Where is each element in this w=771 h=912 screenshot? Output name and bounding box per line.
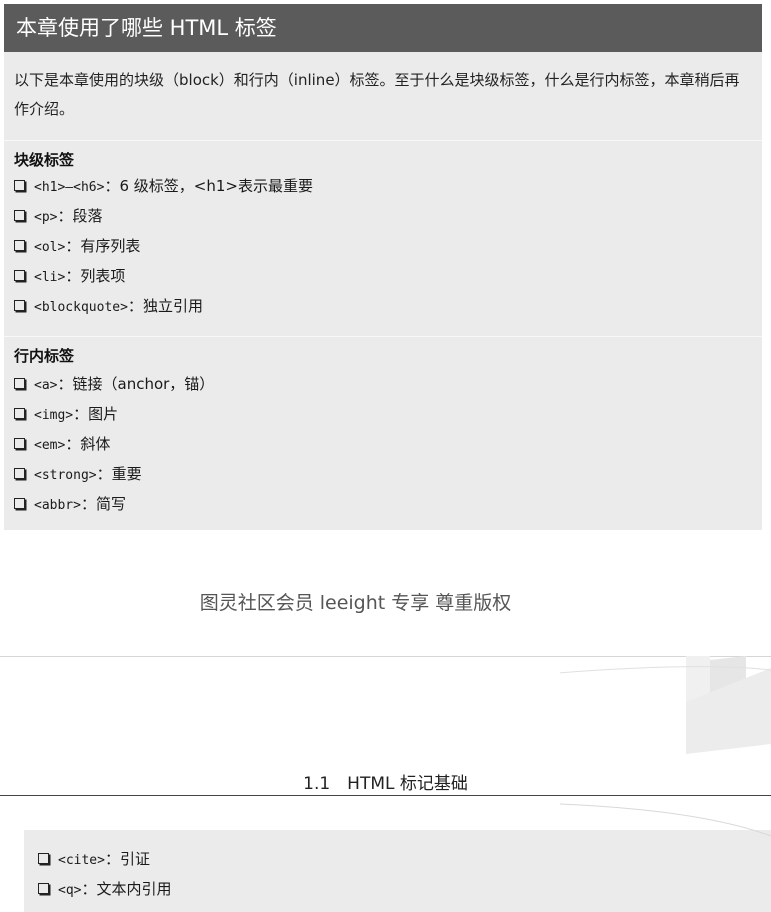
tag-description: 6 级标签，<h1>表示最重要 bbox=[119, 177, 313, 195]
tag-description: 文本内引用 bbox=[96, 880, 172, 898]
tag-description: 列表项 bbox=[80, 267, 126, 285]
tag-description: 简写 bbox=[95, 495, 126, 513]
list-item: <abbr>：简写 bbox=[14, 494, 214, 524]
heading-rule bbox=[0, 795, 771, 796]
checkbox-square-icon bbox=[14, 468, 25, 479]
list-item: <ol>：有序列表 bbox=[14, 236, 313, 266]
decorative-curve bbox=[560, 803, 771, 837]
box-title: 本章使用了哪些 HTML 标签 bbox=[4, 4, 762, 52]
tag-code: <img> bbox=[34, 408, 74, 423]
continued-tags-list: <cite>：引证 <q>：文本内引用 bbox=[38, 849, 172, 909]
list-item: <blockquote>：独立引用 bbox=[14, 296, 313, 326]
separator: ： bbox=[80, 495, 96, 513]
tag-code: <p> bbox=[34, 210, 58, 225]
separator: ： bbox=[65, 237, 81, 255]
list-item: <li>：列表项 bbox=[14, 266, 313, 296]
tag-code: <ol> bbox=[34, 240, 66, 255]
tag-description: 链接（anchor，锚） bbox=[72, 375, 215, 393]
list-item: <q>：文本内引用 bbox=[38, 879, 172, 909]
separator: ： bbox=[73, 405, 89, 423]
checkbox-square-icon bbox=[14, 408, 25, 419]
separator: ： bbox=[81, 880, 97, 898]
watermark: 图灵社区会员 leeight 专享 尊重版权 bbox=[199, 592, 512, 614]
tag-code: <a> bbox=[34, 378, 58, 393]
checkbox-square-icon bbox=[14, 438, 25, 449]
checkbox-square-icon bbox=[14, 378, 25, 389]
checkbox-square-icon bbox=[14, 240, 25, 251]
separator: ： bbox=[65, 267, 81, 285]
checkbox-square-icon bbox=[14, 498, 25, 509]
list-item: <cite>：引证 bbox=[38, 849, 172, 879]
divider bbox=[4, 140, 762, 141]
tag-code: <abbr> bbox=[34, 498, 81, 513]
list-item: <h1>–<h6>：6 级标签，<h1>表示最重要 bbox=[14, 176, 313, 206]
checkbox-square-icon bbox=[14, 300, 25, 311]
divider bbox=[4, 336, 762, 337]
separator: ： bbox=[104, 850, 120, 868]
tag-code: <cite> bbox=[58, 853, 105, 868]
separator: ： bbox=[65, 435, 81, 453]
tag-code: <blockquote> bbox=[34, 300, 128, 315]
list-item: <a>：链接（anchor，锚） bbox=[14, 374, 214, 404]
separator: ： bbox=[96, 465, 112, 483]
block-tags-heading: 块级标签 bbox=[14, 151, 75, 169]
tag-description: 图片 bbox=[88, 405, 119, 423]
tag-description: 独立引用 bbox=[142, 297, 203, 315]
tag-code: <q> bbox=[58, 883, 82, 898]
checkbox-square-icon bbox=[38, 853, 49, 864]
block-tags-list: <h1>–<h6>：6 级标签，<h1>表示最重要 <p>：段落 <ol>：有序列表… bbox=[14, 176, 313, 326]
tag-description: 重要 bbox=[111, 465, 142, 483]
box-intro: 以下是本章使用的块级（block）和行内（inline）标签。至于什么是块级标签… bbox=[14, 71, 740, 118]
tag-code: <strong> bbox=[34, 468, 97, 483]
checkbox-square-icon bbox=[38, 883, 49, 894]
chapter-heading: 1.1 HTML 标记基础 bbox=[303, 774, 468, 794]
tag-code: <li> bbox=[34, 270, 66, 285]
decorative-corner-graphic bbox=[560, 656, 771, 754]
list-item: <strong>：重要 bbox=[14, 464, 214, 494]
tag-description: 有序列表 bbox=[80, 237, 141, 255]
checkbox-square-icon bbox=[14, 270, 25, 281]
separator: ： bbox=[57, 375, 73, 393]
inline-tags-list: <a>：链接（anchor，锚） <img>：图片 <em>：斜体 <strong>：… bbox=[14, 374, 214, 524]
tag-code: <em> bbox=[34, 438, 66, 453]
checkbox-square-icon bbox=[14, 180, 25, 191]
separator: ： bbox=[104, 177, 120, 195]
tag-code: <h1>–<h6> bbox=[34, 180, 105, 195]
list-item: <p>：段落 bbox=[14, 206, 313, 236]
tag-description: 段落 bbox=[72, 207, 103, 225]
tag-description: 引证 bbox=[119, 850, 150, 868]
checkbox-square-icon bbox=[14, 210, 25, 221]
separator: ： bbox=[127, 297, 143, 315]
separator: ： bbox=[57, 207, 73, 225]
inline-tags-heading: 行内标签 bbox=[14, 347, 75, 365]
list-item: <em>：斜体 bbox=[14, 434, 214, 464]
list-item: <img>：图片 bbox=[14, 404, 214, 434]
tag-description: 斜体 bbox=[80, 435, 111, 453]
